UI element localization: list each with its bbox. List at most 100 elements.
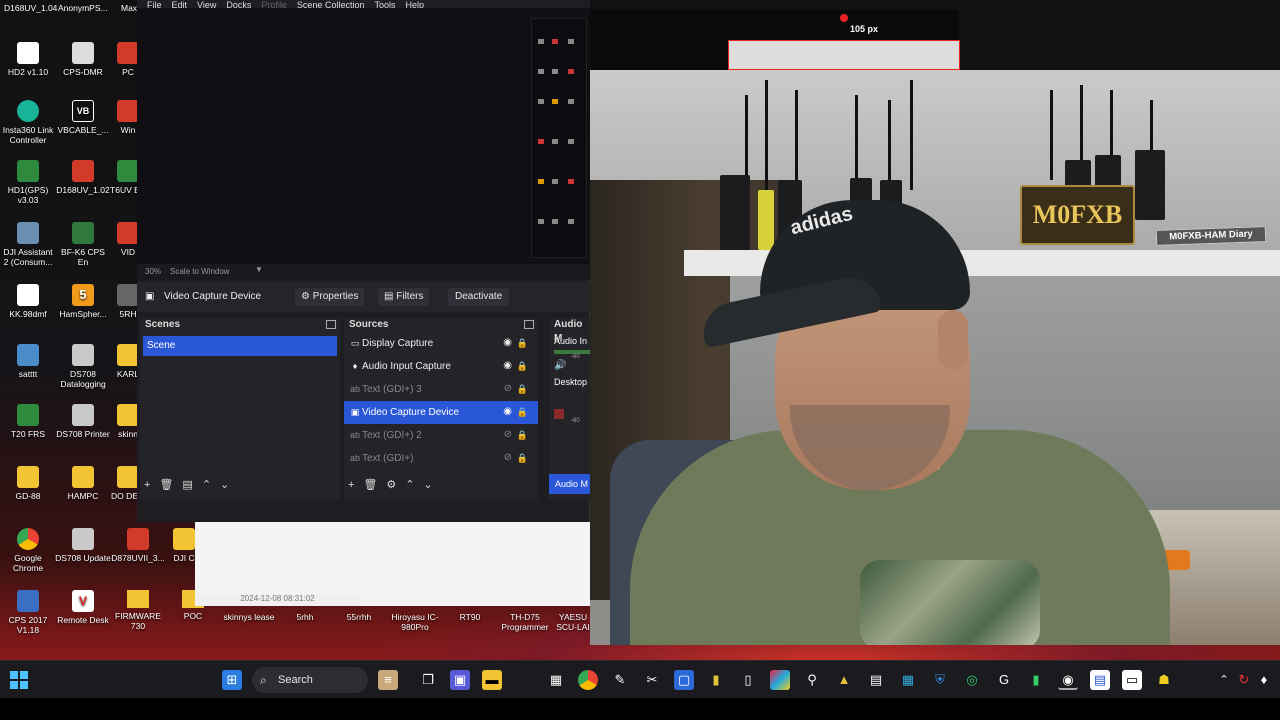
trash-icon[interactable]: 🗑 <box>159 479 173 491</box>
desktop-icon[interactable]: HAMPC <box>55 466 111 501</box>
desktop-icon[interactable]: HD2 v1.10 <box>0 42 56 77</box>
app-icon[interactable]: ▦ <box>898 670 918 690</box>
chevron-up-icon[interactable]: ⌃ <box>202 479 211 491</box>
task-view-icon[interactable]: ❐ <box>418 670 438 690</box>
eye-icon[interactable]: ◉ <box>503 338 512 348</box>
eye-hidden-icon[interactable]: ⊘ <box>504 384 512 394</box>
desktop-icon[interactable]: satttt <box>0 344 56 379</box>
add-icon[interactable]: + <box>144 479 150 491</box>
app-icon[interactable] <box>770 670 790 690</box>
source-item[interactable]: ▭ Display Capture ◉ 🔒 <box>344 332 538 355</box>
deactivate-button[interactable]: Deactivate <box>448 288 510 306</box>
desktop-icon[interactable]: DJI Assistant 2 (Consum... <box>0 222 56 267</box>
source-item[interactable]: ab Text (GDI+) ⊘ 🔒 <box>344 447 538 470</box>
desktop-icon[interactable]: DS708 Printer <box>55 404 111 439</box>
windows-start-icon[interactable]: ⊞ <box>222 670 242 690</box>
menu-profile[interactable]: Profile <box>261 0 287 8</box>
mute-indicator[interactable] <box>554 409 564 419</box>
zoom-level[interactable]: 30% <box>145 267 161 276</box>
eye-hidden-icon[interactable]: ⊘ <box>504 453 512 463</box>
lock-icon[interactable]: 🔒 <box>517 430 528 440</box>
filter-icon[interactable]: ▤ <box>182 479 192 491</box>
desktop-icon[interactable]: BF-K6 CPS En <box>55 222 111 267</box>
menu-docks[interactable]: Docks <box>226 0 251 8</box>
measure-handle[interactable] <box>840 14 848 22</box>
app-icon[interactable]: ⚲ <box>802 670 822 690</box>
desktop-icon[interactable]: Hiroyasu IC-980Pro <box>388 612 442 638</box>
teams-icon[interactable]: ▣ <box>450 670 470 690</box>
chevron-down-icon[interactable]: ⌄ <box>220 479 229 491</box>
desktop-icon[interactable]: skinnys lease <box>220 612 278 638</box>
app-icon[interactable]: ▯ <box>738 670 758 690</box>
add-icon[interactable]: + <box>348 479 354 491</box>
chevron-down-icon[interactable]: ⌄ <box>424 479 433 491</box>
microphone-icon[interactable]: ♦ <box>1254 670 1274 690</box>
app-icon[interactable]: ▤ <box>866 670 886 690</box>
desktop-icon[interactable]: V Remote Desk <box>55 590 111 625</box>
menu-edit[interactable]: Edit <box>172 0 188 8</box>
capcut-icon[interactable]: ✂ <box>642 670 662 690</box>
obs-icon[interactable]: ◉ <box>1058 670 1078 690</box>
desktop-icon[interactable]: D878UVII_3... <box>110 528 166 563</box>
store-icon[interactable]: ▦ <box>546 670 566 690</box>
menu-help[interactable]: Help <box>405 0 424 8</box>
desktop-icon[interactable]: HD1(GPS) v3.03 <box>0 160 56 205</box>
chevron-down-icon[interactable]: ▼ <box>255 265 263 274</box>
desktop-icon[interactable]: FIRMWARE 730 <box>110 590 166 631</box>
menu-tools[interactable]: Tools <box>374 0 395 8</box>
desktop-icon[interactable]: Google Chrome <box>0 528 56 573</box>
source-item[interactable]: ab Text (GDI+) 3 ⊘ 🔒 <box>344 378 538 401</box>
desktop-icon[interactable]: GD-88 <box>0 466 56 501</box>
file-explorer-icon[interactable]: ▬ <box>482 670 502 690</box>
desktop-top-label-1[interactable]: D168UV_1.04 <box>4 3 57 13</box>
scene-item[interactable]: Scene <box>143 336 337 356</box>
desktop-icon[interactable]: 55rrhh <box>335 612 383 638</box>
source-item[interactable]: ♦ Audio Input Capture ◉ 🔒 <box>344 355 538 378</box>
lock-icon[interactable]: 🔒 <box>517 407 528 417</box>
source-item[interactable]: ab Text (GDI+) 2 ⊘ 🔒 <box>344 424 538 447</box>
app-icon[interactable]: ◎ <box>962 670 982 690</box>
desktop-icon[interactable]: RT90 <box>448 612 492 638</box>
desktop-icon[interactable]: VB VBCABLE_... <box>55 100 111 135</box>
app-icon[interactable]: ↻ <box>1234 670 1254 690</box>
app-icon[interactable]: ▮ <box>706 670 726 690</box>
lock-icon[interactable]: 🔒 <box>517 453 528 463</box>
desktop-icon[interactable]: CPS 2017 V1.18 <box>0 590 56 635</box>
app-icon[interactable]: ▤ <box>1090 670 1110 690</box>
menu-scene-collection[interactable]: Scene Collection <box>297 0 365 8</box>
trash-icon[interactable]: 🗑 <box>363 479 377 491</box>
gear-icon[interactable]: ⚙ <box>386 479 396 491</box>
app-icon[interactable]: ▭ <box>1122 670 1142 690</box>
desktop-icon[interactable]: 5 HamSpher... <box>55 284 111 319</box>
chevron-up-icon[interactable]: ⌃ <box>1214 670 1234 690</box>
desktop-icon[interactable]: DS708 Update <box>55 528 111 563</box>
logitech-icon[interactable]: G <box>994 670 1014 690</box>
desktop-icon[interactable]: DS708 Datalogging <box>55 344 111 389</box>
app-icon[interactable]: ▲ <box>834 670 854 690</box>
start-icon[interactable] <box>10 671 28 689</box>
desktop-icon[interactable]: YAESU SCU-LAI <box>556 612 590 638</box>
source-item-selected[interactable]: ▣ Video Capture Device ◉ 🔒 <box>344 401 538 424</box>
desktop-icon[interactable]: D168UV_1.02 <box>55 160 111 195</box>
desktop-icon[interactable]: T20 FRS <box>0 404 56 439</box>
desktop-icon[interactable]: 5rhh <box>285 612 325 638</box>
menu-file[interactable]: File <box>147 0 162 8</box>
search-box[interactable]: ⌕ Search <box>252 667 368 693</box>
app-icon[interactable]: ☗ <box>1154 670 1174 690</box>
app-icon[interactable]: ✎ <box>610 670 630 690</box>
desktop-top-label-2[interactable]: AnonymPS... <box>58 3 108 13</box>
app-icon[interactable]: ▮ <box>1026 670 1046 690</box>
eye-hidden-icon[interactable]: ⊘ <box>504 430 512 440</box>
chrome-icon[interactable] <box>578 670 598 690</box>
speaker-icon[interactable]: 🔊 <box>554 360 590 371</box>
chevron-up-icon[interactable]: ⌃ <box>405 479 414 491</box>
audio-mixer-button[interactable]: Audio M <box>549 474 590 494</box>
widgets-icon[interactable]: ≡ <box>378 670 398 690</box>
undock-icon[interactable] <box>326 320 336 329</box>
preview-canvas[interactable] <box>137 8 590 264</box>
desktop-icon[interactable]: CPS-DMR <box>55 42 111 77</box>
shield-icon[interactable]: ⛨ <box>930 670 950 690</box>
eye-icon[interactable]: ◉ <box>503 361 512 371</box>
menu-view[interactable]: View <box>197 0 216 8</box>
lock-icon[interactable]: 🔒 <box>517 361 528 371</box>
